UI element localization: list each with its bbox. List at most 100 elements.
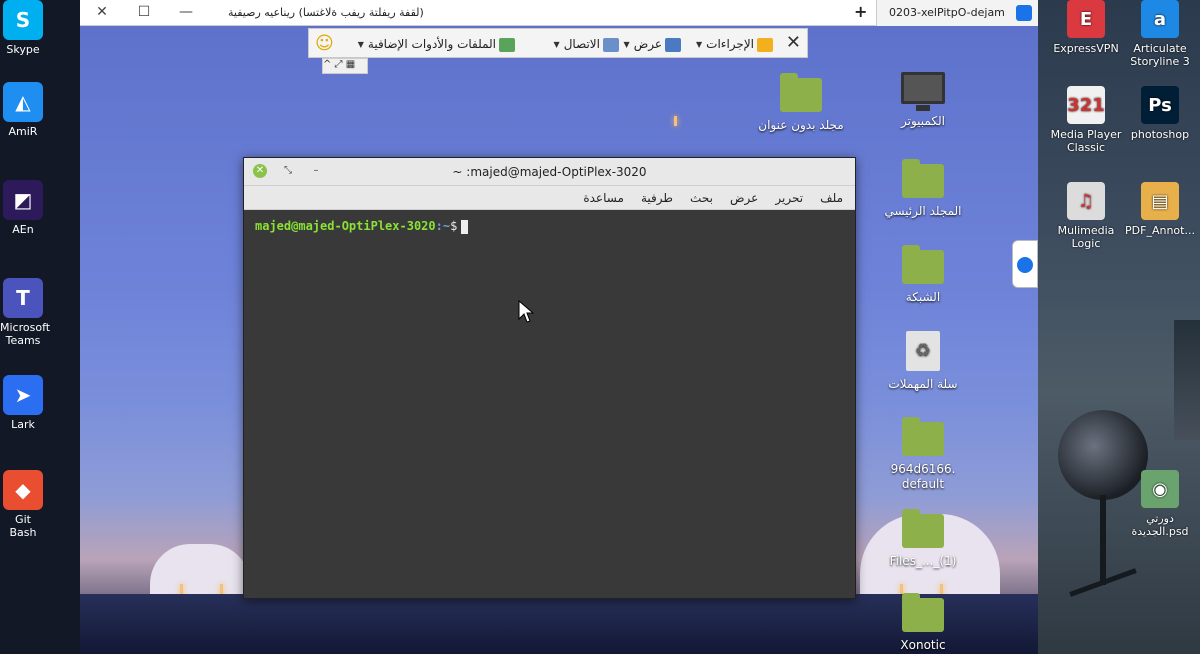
terminal-menubar: ملف تحرير عرض بحث طرفية مساعدة [244, 186, 855, 210]
computer-icon [901, 72, 945, 111]
shortcut-label: photoshop [1130, 128, 1190, 141]
remote-titlebar: ✕ ☐ — (لقفة ريفلتة ريفب ةلاغتسا) ريناعيه… [80, 0, 1038, 26]
host-shortcut-5[interactable]: ◆ Git Bash [0, 470, 46, 539]
shortcut-label: ExpressVPN [1053, 42, 1119, 55]
xonotic-desktop-icon[interactable]: Xonotic [875, 593, 971, 653]
host-shortcut-right-4[interactable]: ♫ Mulimedia Logic [1048, 182, 1124, 250]
chevron-down-icon: ▼ [553, 40, 560, 49]
microphone-stand [1100, 495, 1106, 585]
shortcut-label: PDF_Annot... [1125, 224, 1195, 237]
prompt-path: :~ [435, 219, 451, 233]
menu-terminal[interactable]: طرفية [641, 186, 673, 210]
host-shortcut-3[interactable]: T Microsoft Teams [0, 278, 50, 347]
host-desktop-right: E ExpressVPN a Articulate Storyline 3 321 Med… [1038, 0, 1200, 654]
shortcut-label: AEn [12, 223, 34, 236]
teamviewer-toolbar: ✕ الإجراءات▼ عرض▼ الاتصال▼ الملفات والأد… [308, 28, 808, 58]
profile-folder-desktop-icon[interactable]: 964d6166. default [875, 417, 971, 492]
teamviewer-icon [1017, 257, 1033, 273]
communicate-label: الاتصال [563, 37, 600, 51]
teamviewer-icon [1016, 5, 1032, 21]
computer-desktop-icon[interactable]: الكمبيوتر [875, 72, 971, 129]
folder-icon [902, 417, 944, 456]
files-folder-desktop-icon[interactable]: Files_..._(1) [875, 509, 971, 569]
app-icon: T [3, 278, 43, 318]
monitor-icon [665, 37, 681, 52]
untitled-folder-desktop-icon[interactable]: مجلد بدون عنوان [753, 73, 849, 133]
menu-edit[interactable]: تحرير [775, 186, 803, 210]
menu-file[interactable]: ملف [820, 186, 843, 210]
home-folder-desktop-icon[interactable]: المجلد الرئيسي [875, 159, 971, 219]
menu-help[interactable]: مساعدة [583, 186, 624, 210]
home-folder-icon [902, 159, 944, 198]
host-shortcut-1[interactable]: ◭ AmiR [0, 82, 46, 138]
shell-prompt: majed@majed-OptiPlex-3020:~$ [255, 219, 469, 234]
folder-icon [902, 593, 944, 632]
shortcut-label: Skype [6, 43, 40, 56]
view-menu[interactable]: عرض▼ [624, 37, 681, 52]
folder-icon [780, 73, 822, 112]
app-icon: a [1141, 0, 1179, 38]
network-folder-icon [902, 245, 944, 284]
new-tab-button[interactable]: + [854, 2, 867, 21]
host-shortcut-0[interactable]: S Skype [0, 0, 46, 56]
chevron-down-icon: ▼ [357, 40, 364, 49]
host-shortcut-2[interactable]: ◩ AEn [0, 180, 46, 236]
remote-desktop: ✕ الإجراءات▼ عرض▼ الاتصال▼ الملفات والأد… [80, 26, 1038, 654]
teamviewer-side-panel-handle[interactable] [1012, 240, 1038, 288]
app-icon: ▤ [1141, 182, 1179, 220]
mouse-pointer-icon [518, 300, 534, 323]
app-icon: 321 [1067, 86, 1105, 124]
files-folder-label: Files_..._(1) [889, 554, 957, 568]
profile-folder-label: 964d6166. default [890, 462, 956, 491]
host-shortcut-right-5[interactable]: ▤ PDF_Annot... [1122, 182, 1198, 237]
host-desktop-left: S Skype ◭ AmiR ◩ AEn T Microsoft Teams ➤ Lark ◆ Git… [0, 0, 80, 654]
host-shortcut-right-6[interactable]: ◉ دورتي الجديدة.psd [1122, 470, 1198, 538]
trash-label: سلة المهملات [888, 377, 958, 391]
smiley-icon[interactable]: ☺ [315, 33, 334, 54]
puzzle-icon [499, 37, 515, 52]
chevron-down-icon: ▼ [696, 40, 703, 49]
app-icon: E [1067, 0, 1105, 38]
untitled-folder-label: مجلد بدون عنوان [758, 118, 844, 132]
lightning-icon [757, 37, 773, 52]
remote-session-window: ✕ ☐ — (لقفة ريفلتة ريفب ةلاغتسا) ريناعيه… [80, 0, 1038, 654]
shortcut-label: Git Bash [9, 513, 37, 539]
app-icon: ➤ [3, 375, 43, 415]
app-icon: ◉ [1141, 470, 1179, 508]
terminal-window: ✕ ⤡ – ~ :majed@majed-OptiPlex-3020 ملف ت… [243, 157, 856, 599]
minimize-window-button[interactable]: — [176, 4, 196, 20]
actions-menu[interactable]: الإجراءات▼ [696, 37, 773, 52]
app-icon: S [3, 0, 43, 40]
session-tab[interactable]: majed-OptiPlex-3020 [876, 0, 1038, 26]
toolbar-mini-controls[interactable]: ^ ⤢ ▦ [322, 58, 368, 74]
text-cursor [461, 219, 469, 234]
shortcut-label: Media Player Classic [1050, 128, 1122, 154]
app-icon: ◭ [3, 82, 43, 122]
files-menu[interactable]: الملفات والأدوات الإضافية▼ [358, 37, 515, 52]
minaret-light [674, 116, 677, 126]
maximize-window-button[interactable]: ☐ [134, 4, 154, 20]
trash-desktop-icon[interactable]: ♻ سلة المهملات [875, 331, 971, 392]
trash-icon: ♻ [906, 331, 940, 371]
chevron-down-icon: ▼ [623, 40, 630, 49]
app-icon: ◩ [3, 180, 43, 220]
host-shortcut-right-2[interactable]: 321 Media Player Classic [1048, 86, 1124, 154]
communicate-menu[interactable]: الاتصال▼ [554, 37, 619, 52]
terminal-titlebar[interactable]: ✕ ⤡ – ~ :majed@majed-OptiPlex-3020 [244, 158, 855, 186]
terminal-body[interactable]: majed@majed-OptiPlex-3020:~$ [244, 211, 855, 598]
host-shortcut-right-3[interactable]: Ps photoshop [1122, 86, 1198, 141]
menu-search[interactable]: بحث [690, 186, 713, 210]
computer-label: الكمبيوتر [901, 114, 945, 128]
session-tab-label: majed-OptiPlex-3020 [889, 6, 1005, 19]
network-desktop-icon[interactable]: الشبكة [875, 245, 971, 305]
host-shortcut-4[interactable]: ➤ Lark [0, 375, 46, 431]
app-icon: ♫ [1067, 182, 1105, 220]
host-shortcut-right-1[interactable]: a Articulate Storyline 3 [1122, 0, 1198, 68]
host-shortcut-right-0[interactable]: E ExpressVPN [1048, 0, 1124, 55]
prompt-symbol: $ [450, 219, 458, 233]
app-icon: Ps [1141, 86, 1179, 124]
view-label: عرض [633, 37, 662, 51]
toolbar-close-icon[interactable]: ✕ [786, 32, 801, 53]
menu-view[interactable]: عرض [730, 186, 758, 210]
close-window-button[interactable]: ✕ [92, 4, 112, 20]
